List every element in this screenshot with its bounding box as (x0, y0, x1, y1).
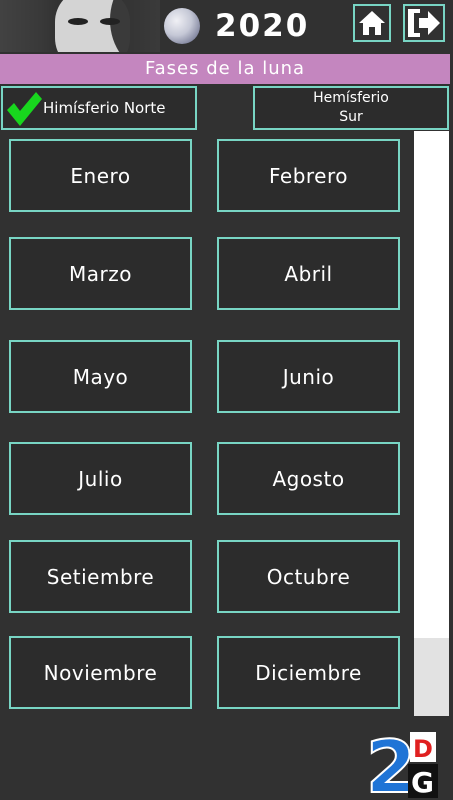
checkmark-icon (7, 92, 42, 126)
month-button-agosto[interactable]: Agosto (217, 442, 400, 515)
exit-button[interactable] (403, 4, 445, 42)
header: 2020 (0, 0, 453, 52)
month-button-setiembre[interactable]: Setiembre (9, 540, 192, 613)
hemisphere-south-button[interactable]: Hemísferio Sur (253, 86, 449, 130)
home-button[interactable] (353, 4, 391, 42)
moon-icon (164, 8, 200, 44)
hemisphere-south-label: Hemísferio Sur (313, 90, 389, 125)
month-button-julio[interactable]: Julio (9, 442, 192, 515)
hemisphere-north-label: Himísferio Norte (43, 99, 166, 117)
portrait-image (0, 0, 160, 52)
logo-g-text: G (411, 766, 434, 799)
developer-logo: 2 D G (366, 726, 438, 800)
month-button-diciembre[interactable]: Diciembre (217, 636, 400, 709)
exit-icon (408, 9, 440, 37)
month-button-octubre[interactable]: Octubre (217, 540, 400, 613)
home-icon (359, 11, 385, 35)
logo-d-text: D (413, 735, 433, 763)
month-button-enero[interactable]: Enero (9, 139, 192, 212)
scrollbar-track[interactable] (414, 131, 449, 716)
page-title: Fases de la luna (0, 54, 450, 84)
scrollbar-thumb[interactable] (414, 638, 449, 716)
month-button-noviembre[interactable]: Noviembre (9, 636, 192, 709)
month-button-abril[interactable]: Abril (217, 237, 400, 310)
month-button-junio[interactable]: Junio (217, 340, 400, 413)
month-button-mayo[interactable]: Mayo (9, 340, 192, 413)
year-label: 2020 (215, 8, 310, 44)
month-button-marzo[interactable]: Marzo (9, 237, 192, 310)
hemisphere-north-button[interactable]: Himísferio Norte (1, 86, 197, 130)
month-button-febrero[interactable]: Febrero (217, 139, 400, 212)
